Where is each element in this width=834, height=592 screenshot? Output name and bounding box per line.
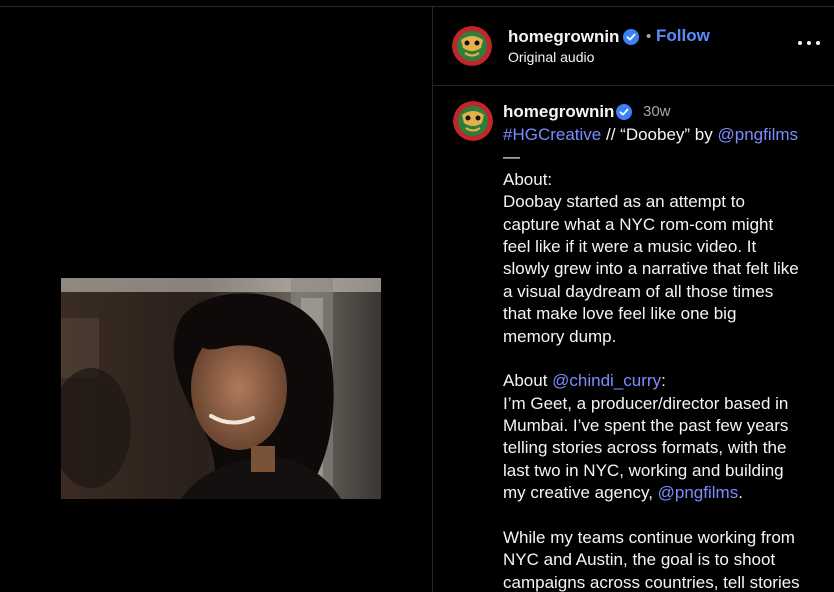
caption-text: : — [661, 371, 666, 391]
caption-line: memory dump. — [503, 326, 823, 348]
hashtag-link[interactable]: #HGCreative — [503, 125, 601, 144]
caption-line: last two in NYC, working and building — [503, 460, 823, 482]
mention-link[interactable]: @pngfilms — [717, 125, 798, 144]
panel-divider — [432, 7, 433, 592]
caption-line: Doobay started as an attempt to — [503, 191, 823, 213]
mention-link[interactable]: @chindi_curry — [552, 371, 661, 390]
caption-text: a visual daydream of all those times — [503, 281, 774, 301]
caption-line: About: — [503, 169, 823, 191]
comment-username-link[interactable]: homegrownin — [503, 102, 614, 122]
caption-text: my creative agency, — [503, 483, 658, 503]
caption-text: memory dump. — [503, 326, 617, 346]
caption-text: campaigns across countries, tell stories — [503, 572, 800, 592]
verified-badge-icon — [623, 29, 639, 45]
post-caption: #HGCreative // “Doobey” by @pngfilms — Abo… — [503, 124, 823, 592]
more-options-icon[interactable] — [797, 33, 821, 53]
caption-text: slowly grew into a narrative that felt l… — [503, 259, 799, 279]
caption-line: I’m Geet, a producer/director based in — [503, 393, 823, 415]
mention-link[interactable]: @pngfilms — [658, 483, 739, 502]
caption-line: slowly grew into a narrative that felt l… — [503, 258, 823, 280]
audio-link[interactable]: Original audio — [508, 49, 594, 65]
caption-line — [503, 505, 823, 527]
follow-button[interactable]: Follow — [656, 26, 710, 46]
caption-text: NYC and Austin, the goal is to shoot — [503, 550, 776, 570]
video-frame-image — [61, 278, 381, 499]
caption-line: feel like if it were a music video. It — [503, 236, 823, 258]
video-player[interactable] — [61, 278, 381, 499]
caption-line: a visual daydream of all those times — [503, 281, 823, 303]
caption-line: #HGCreative // “Doobey” by @pngfilms — [503, 124, 823, 146]
caption-text: last two in NYC, working and building — [503, 460, 784, 480]
comment-avatar[interactable] — [453, 101, 493, 141]
caption-line: NYC and Austin, the goal is to shoot — [503, 549, 823, 571]
post-header: homegrownin • Follow Original audio — [433, 7, 834, 85]
caption-line: campaigns across countries, tell stories — [503, 572, 823, 592]
separator-dot: • — [646, 28, 652, 45]
caption-text: About: — [503, 169, 553, 189]
post-viewer: homegrownin • Follow Original audio home… — [0, 0, 834, 592]
avatar[interactable] — [452, 26, 492, 66]
caption-text: capture what a NYC rom-com might — [503, 214, 774, 234]
caption-line: that make love feel like one big — [503, 303, 823, 325]
caption-line: capture what a NYC rom-com might — [503, 214, 823, 236]
caption-text: — — [503, 147, 520, 167]
caption-line: Mumbai. I’ve spent the past few years — [503, 415, 823, 437]
caption-line: telling stories across formats, with the — [503, 437, 823, 459]
homegrown-logo-icon — [453, 101, 493, 141]
caption-line: — — [503, 146, 823, 168]
caption-text: that make love feel like one big — [503, 304, 737, 324]
caption-text: While my teams continue working from — [503, 528, 795, 548]
caption-text: I’m Geet, a producer/director based in — [503, 393, 789, 413]
caption-line: While my teams continue working from — [503, 527, 823, 549]
caption-line: About @chindi_curry: — [503, 370, 823, 392]
caption-text: // “Doobey” by — [601, 125, 718, 144]
caption-text: About — [503, 371, 553, 391]
verified-badge-icon — [616, 104, 632, 120]
caption-text: feel like if it were a music video. It — [503, 236, 757, 256]
username-link[interactable]: homegrownin — [508, 27, 619, 47]
homegrown-logo-icon — [452, 26, 492, 66]
caption-line — [503, 348, 823, 370]
caption-text: Mumbai. I’ve spent the past few years — [503, 416, 789, 436]
post-timestamp[interactable]: 30w — [643, 103, 671, 120]
caption-text: . — [738, 483, 743, 503]
header-divider — [433, 85, 834, 86]
caption-text: Doobay started as an attempt to — [503, 192, 745, 212]
caption-line: my creative agency, @pngfilms. — [503, 482, 823, 504]
caption-text: telling stories across formats, with the — [503, 438, 787, 458]
media-panel[interactable] — [0, 7, 432, 592]
